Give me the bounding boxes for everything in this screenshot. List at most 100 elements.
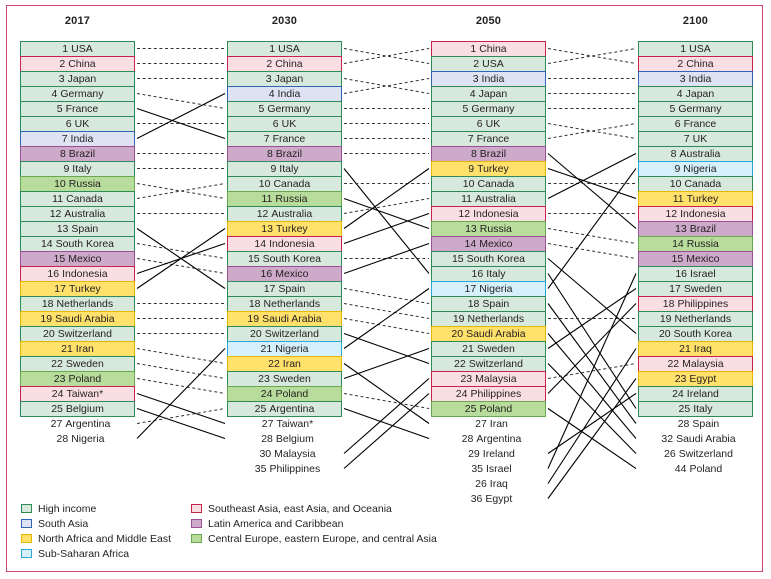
country-name: Malaysia <box>274 448 316 460</box>
rank-cell: 7 France <box>227 131 342 147</box>
rank-cell-unboxed: 28 Argentina <box>431 431 546 447</box>
country-name: Philippines <box>470 388 522 400</box>
connector-line <box>547 167 637 200</box>
country-name: Canada <box>684 178 722 190</box>
rank-number: 27 <box>261 418 274 430</box>
rank-number: 25 <box>464 403 477 415</box>
rank-cell: 17 Sweden <box>638 281 753 297</box>
rank-number: 12 <box>49 208 62 220</box>
country-name: Poland <box>68 373 102 385</box>
rank-cell-unboxed: 27 Argentina <box>20 416 135 432</box>
rank-cell: 2 USA <box>431 56 546 72</box>
country-name: Germany <box>60 88 104 100</box>
rank-number: 14 <box>40 238 53 250</box>
rank-cell: 2 China <box>20 56 135 72</box>
legend: High income Southeast Asia, east Asia, an… <box>21 501 437 561</box>
country-name: China <box>275 58 303 70</box>
rank-cell: 18 Netherlands <box>227 296 342 312</box>
rank-number: 18 <box>248 298 261 310</box>
country-name: Netherlands <box>263 298 321 310</box>
country-name: South Korea <box>262 253 322 265</box>
rank-cell: 17 Spain <box>227 281 342 297</box>
connector-line <box>547 363 637 379</box>
rank-number: 1 <box>470 43 477 55</box>
rank-number: 21 <box>462 343 474 355</box>
rank-number: 6 <box>272 118 279 130</box>
connector-line <box>343 168 430 229</box>
rank-number: 5 <box>462 103 469 115</box>
rank-number: 19 <box>659 313 672 325</box>
rank-cell: 16 Israel <box>638 266 753 282</box>
rank-number: 3 <box>679 73 686 85</box>
rank-cell: 11 Russia <box>227 191 342 207</box>
rank-cell: 7 India <box>20 131 135 147</box>
rank-cell: 4 Japan <box>431 86 546 102</box>
country-name: Argentina <box>476 433 522 445</box>
rank-cell: 12 Indonesia <box>638 206 753 222</box>
country-name: Mexico <box>275 268 309 280</box>
connector-line <box>136 93 226 139</box>
country-name: Japan <box>685 88 715 100</box>
connector-line <box>547 303 637 424</box>
legend-label: North Africa and Middle East <box>38 532 172 545</box>
country-name: Sweden <box>683 283 722 295</box>
connector-line <box>136 228 226 289</box>
rank-cell: 9 Italy <box>227 161 342 177</box>
rank-number: 24 <box>260 388 273 400</box>
rank-cell: 13 Brazil <box>638 221 753 237</box>
connector-line <box>136 183 226 199</box>
rank-column-2050: 1 China 2 USA 3 India 4 Japan 5 Germany 6 UK 7 France… <box>431 41 546 506</box>
rank-cell: 6 UK <box>20 116 135 132</box>
rank-number: 8 <box>266 148 273 160</box>
connector-line <box>547 273 637 469</box>
rank-cell: 22 Switzerland <box>431 356 546 372</box>
connector-line <box>547 258 637 334</box>
legend-item-subs: Sub-Saharan Africa <box>21 548 191 560</box>
rank-cell: 15 South Korea <box>227 251 342 267</box>
connector-line <box>136 258 226 274</box>
country-name: USA <box>689 43 711 55</box>
country-name: France <box>65 103 99 115</box>
connector-line <box>547 48 637 64</box>
rank-cell: 11 Australia <box>431 191 546 207</box>
rank-cell-unboxed: 35 Israel <box>431 461 546 477</box>
rank-number: 22 <box>268 358 280 370</box>
column-header-2017: 2017 <box>64 15 91 27</box>
rank-number: 12 <box>665 208 678 220</box>
connector-line <box>136 408 226 424</box>
legend-swatch-icon <box>191 534 202 543</box>
rank-cell: 3 India <box>431 71 546 87</box>
connector-line <box>343 393 430 409</box>
legend-swatch-icon <box>21 534 32 543</box>
country-name: Indonesia <box>62 268 108 280</box>
legend-item-sea: Southeast Asia, east Asia, and Oceania <box>191 503 392 515</box>
country-name: Belgium <box>65 403 104 415</box>
country-name: Mexico <box>686 253 720 265</box>
rank-number: 11 <box>461 193 473 205</box>
country-name: Argentina <box>269 403 315 415</box>
rank-cell: 21 Nigeria <box>227 341 342 357</box>
connector-line <box>547 123 637 139</box>
country-name: Spain <box>482 298 510 310</box>
rank-cell: 3 Japan <box>227 71 342 87</box>
rank-cell: 6 France <box>638 116 753 132</box>
country-name: Nigeria <box>683 163 717 175</box>
country-name: UK <box>485 118 501 130</box>
legend-item-high: High income <box>21 503 191 515</box>
rank-cell: 1 USA <box>227 41 342 57</box>
connector-line <box>136 348 226 439</box>
connector-line <box>547 348 637 484</box>
country-name: Argentina <box>65 418 111 430</box>
country-name: Poland <box>689 463 723 475</box>
legend-label: Southeast Asia, east Asia, and Oceania <box>208 502 392 515</box>
rank-number: 26 <box>664 448 676 460</box>
country-name: Egypt <box>689 373 717 385</box>
country-name: Israel <box>690 268 716 280</box>
rank-cell: 16 Indonesia <box>20 266 135 282</box>
rank-cell: 6 UK <box>431 116 546 132</box>
rank-number: 6 <box>476 118 483 130</box>
rank-cell: 17 Turkey <box>20 281 135 297</box>
rank-cell: 18 Spain <box>431 296 546 312</box>
rank-cell: 8 Australia <box>638 146 753 162</box>
rank-number: 21 <box>61 343 73 355</box>
